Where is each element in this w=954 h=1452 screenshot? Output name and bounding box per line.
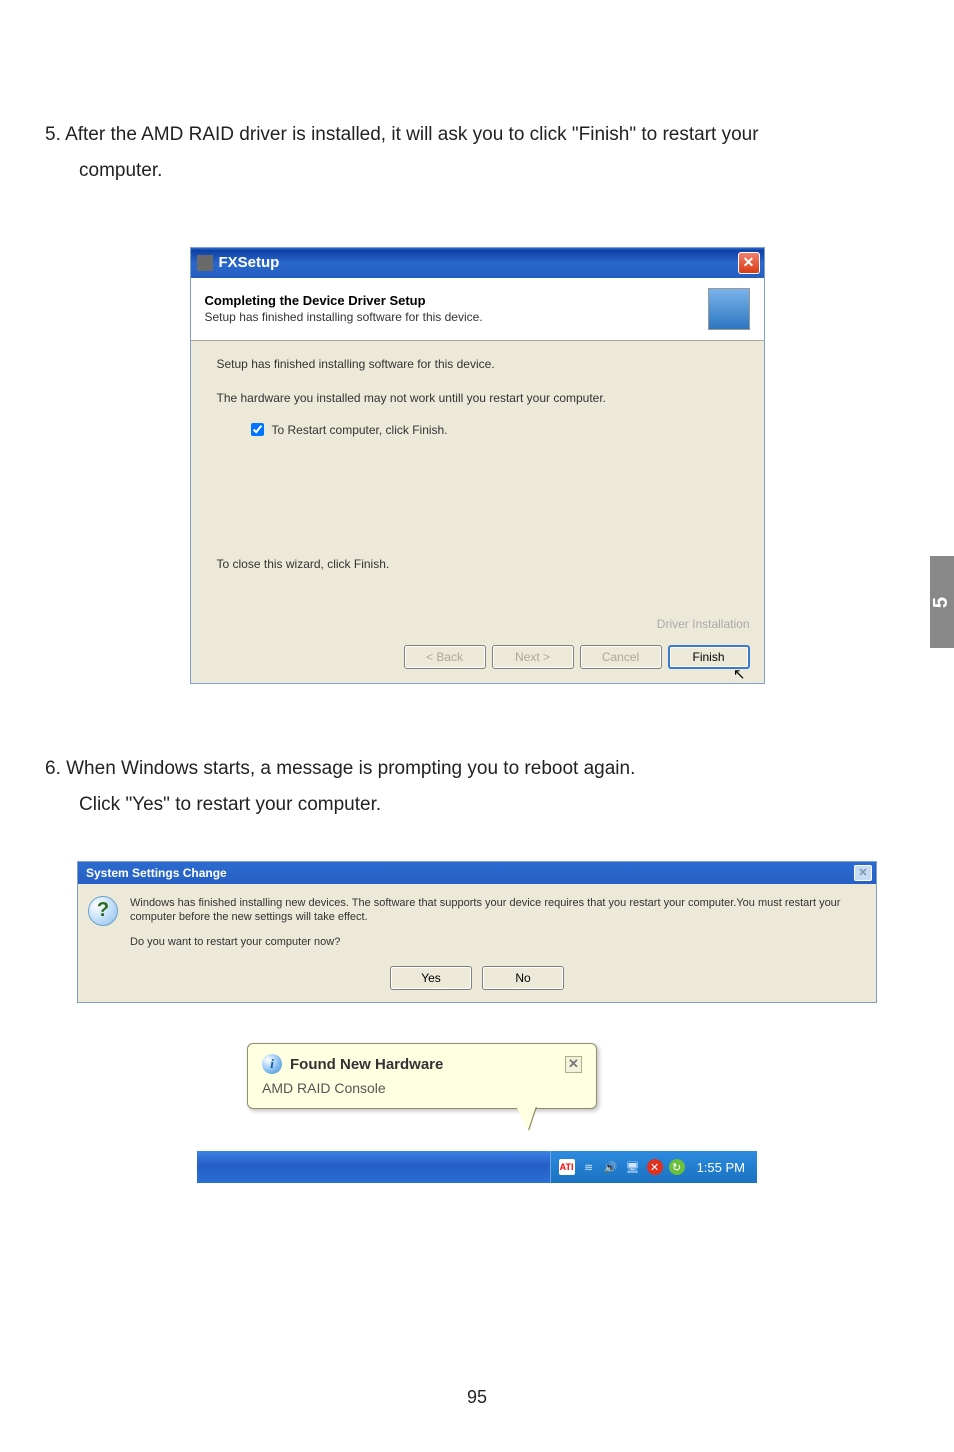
header-subtitle: Setup has finished installing software f… xyxy=(205,310,483,324)
ssc-titlebar[interactable]: System Settings Change ✕ xyxy=(78,862,876,884)
system-settings-dialog: System Settings Change ✕ ? Windows has f… xyxy=(77,861,877,1004)
fxsetup-titlebar[interactable]: FXSetup ✕ xyxy=(191,248,764,278)
step5-line2: computer. xyxy=(45,156,909,186)
info-icon: i xyxy=(262,1054,282,1074)
header-logo-icon xyxy=(708,288,750,330)
question-icon: ? xyxy=(88,896,118,926)
display-tray-icon[interactable]: 🖥 xyxy=(625,1159,641,1175)
network-tray-icon[interactable]: ≋ xyxy=(581,1159,597,1175)
close-wizard-text: To close this wizard, click Finish. xyxy=(217,557,738,571)
fxsetup-title: FXSetup xyxy=(219,254,738,271)
dialog-header: Completing the Device Driver Setup Setup… xyxy=(191,278,764,341)
header-title: Completing the Device Driver Setup xyxy=(205,293,483,308)
chapter-tab: 5 xyxy=(930,556,954,648)
yes-button[interactable]: Yes xyxy=(390,966,472,990)
tray-clock[interactable]: 1:55 PM xyxy=(697,1160,745,1175)
no-button[interactable]: No xyxy=(482,966,564,990)
step6-line2: Click "Yes" to restart your computer. xyxy=(45,790,909,820)
next-button: Next > xyxy=(492,645,574,669)
close-icon[interactable]: ✕ xyxy=(854,865,872,881)
page-number: 95 xyxy=(0,1387,954,1408)
tray-area: i Found New Hardware ✕ AMD RAID Console … xyxy=(197,1043,757,1183)
step6-line1: 6. When Windows starts, a message is pro… xyxy=(45,754,909,784)
status-tray-icon[interactable]: ↻ xyxy=(669,1159,685,1175)
step5-line1: 5. After the AMD RAID driver is installe… xyxy=(45,120,909,150)
balloon-tail xyxy=(516,1106,536,1130)
close-icon[interactable]: ✕ xyxy=(565,1056,582,1073)
error-tray-icon[interactable]: ✕ xyxy=(647,1159,663,1175)
cancel-button: Cancel xyxy=(580,645,662,669)
balloon-title: Found New Hardware xyxy=(290,1056,443,1073)
restart-checkbox[interactable] xyxy=(251,423,264,436)
taskbar: ATI ≋ 🔊 🖥 ✕ ↻ 1:55 PM xyxy=(197,1151,757,1183)
driver-installation-label: Driver Installation xyxy=(657,617,750,631)
system-tray[interactable]: ATI ≋ 🔊 🖥 ✕ ↻ 1:55 PM xyxy=(550,1151,757,1183)
balloon-body: AMD RAID Console xyxy=(262,1080,582,1096)
ssc-prompt: Do you want to restart your computer now… xyxy=(130,935,864,950)
fxsetup-dialog: FXSetup ✕ Completing the Device Driver S… xyxy=(190,247,765,684)
close-icon[interactable]: ✕ xyxy=(738,252,760,274)
found-new-hardware-balloon: i Found New Hardware ✕ AMD RAID Console xyxy=(247,1043,597,1109)
ssc-title: System Settings Change xyxy=(86,866,854,880)
volume-tray-icon[interactable]: 🔊 xyxy=(603,1159,619,1175)
ssc-body-text: Windows has finished installing new devi… xyxy=(130,896,864,926)
restart-checkbox-label: To Restart computer, click Finish. xyxy=(272,423,448,437)
app-icon xyxy=(197,255,213,271)
finish-button[interactable]: Finish xyxy=(668,645,750,669)
body-text-2: The hardware you installed may not work … xyxy=(217,391,738,405)
back-button: < Back xyxy=(404,645,486,669)
ati-tray-icon[interactable]: ATI xyxy=(559,1159,575,1175)
body-text-1: Setup has finished installing software f… xyxy=(217,357,738,371)
